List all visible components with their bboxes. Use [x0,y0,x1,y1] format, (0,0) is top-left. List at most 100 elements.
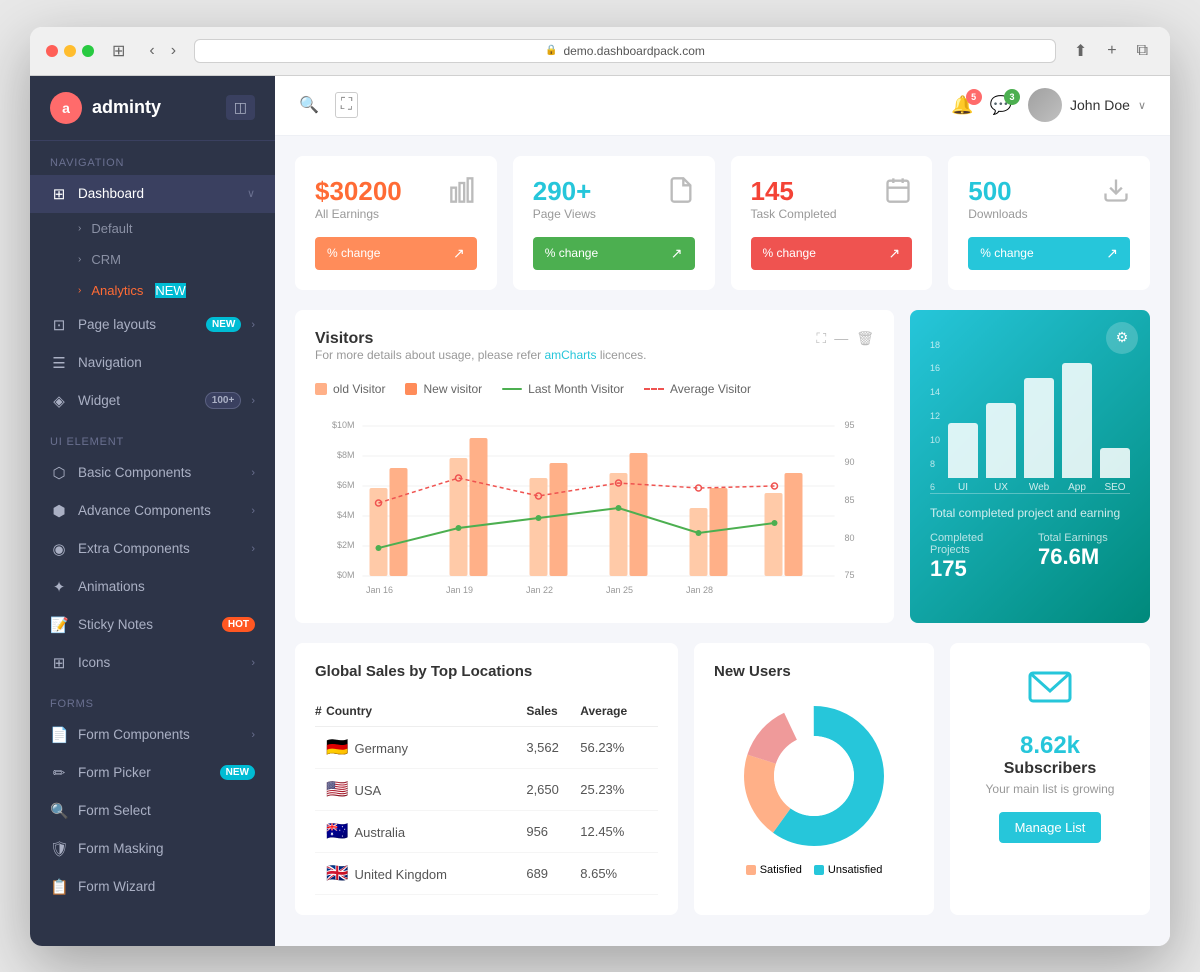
pageviews-change-label: % change [545,246,598,260]
notifications-button[interactable]: 🔔 5 [951,95,973,116]
topbar: 🔍 ⛶ 🔔 5 💬 3 John Doe [275,76,1170,136]
minimize-dot[interactable] [64,45,76,57]
search-button[interactable]: 🔍 [299,95,319,115]
user-avatar [1028,88,1062,122]
forward-btn[interactable]: › [165,40,182,62]
completed-value: 175 [930,556,1022,582]
address-bar[interactable]: 🔒 demo.dashboardpack.com [194,39,1056,63]
sidebar-item-basic-components[interactable]: ⬡ Basic Components › [30,454,275,492]
bar-app: App [1062,363,1092,493]
earnings-value-green: 76.6M [1038,544,1130,570]
svg-text:75: 75 [845,570,855,580]
pageviews-change[interactable]: % change ↗ [533,237,695,270]
sidebar-item-form-wizard[interactable]: 📋 Form Wizard [30,868,275,906]
legend-satisfied: Satisfied [746,864,802,876]
average-legend-dashed [644,388,664,390]
messages-button[interactable]: 💬 3 [990,95,1012,116]
sidebar-item-page-layouts[interactable]: ⊡ Page layouts NEW › [30,306,275,344]
sidebar-toggle[interactable]: ◫ [226,95,255,120]
bar-app-label: App [1068,482,1086,493]
row-avg-3: 12.45% [580,810,658,852]
page-layouts-label: Page layouts [78,317,196,332]
row-num-2 [315,768,326,810]
row-sales-2: 2,650 [526,768,580,810]
form-select-icon: 🔍 [50,802,68,820]
sidebar-item-form-select[interactable]: 🔍 Form Select [30,792,275,830]
form-select-label: Form Select [78,803,255,818]
sales-table-header-row: # Country Sales Average [315,696,658,727]
arrow-up-icon: ↗ [453,245,465,262]
crm-label: CRM [91,252,121,267]
sales-table-body: 🇩🇪Germany 3,562 56.23% 🇺🇸USA [315,726,658,894]
sub-chevron-icon: › [78,254,81,265]
maximize-dot[interactable] [82,45,94,57]
donut-container [714,696,914,856]
duplicate-btn[interactable]: ⧉ [1131,39,1154,63]
share-btn[interactable]: ⬆ [1068,39,1093,63]
sidebar-item-advance-components[interactable]: ⬢ Advance Components › [30,492,275,530]
chevron-right-icon: › [251,729,255,741]
sales-table-head: # Country Sales Average [315,696,658,727]
download-icon [1102,176,1130,211]
subscribers-card: 8.62k Subscribers Your main list is grow… [950,643,1150,915]
stat-card-pageviews: 290+ Page Views % change ↗ [513,156,715,290]
sidebar-toggle-btn[interactable]: ⊞ [106,39,131,63]
legend-new-visitor: New visitor [405,382,482,396]
basic-components-label: Basic Components [78,465,241,480]
amcharts-link[interactable]: amCharts [544,348,596,362]
bar-web: Web [1024,378,1054,493]
green-chart-card: ⚙ 18 16 14 12 10 8 6 [910,310,1150,623]
total-earnings-stat: Total Earnings 76.6M [1038,532,1130,582]
chevron-down-icon: ∨ [247,187,255,200]
close-dot[interactable] [46,45,58,57]
expand-button[interactable]: ⛶ [335,92,358,118]
svg-text:$8M: $8M [337,450,355,460]
visitors-chart-title: Visitors [315,330,647,348]
col-average: Average [580,696,658,727]
sidebar-item-analytics[interactable]: › Analytics NEW [30,275,275,306]
stat-card-downloads: 500 Downloads % change ↗ [948,156,1150,290]
sidebar-item-sticky-notes[interactable]: 📝 Sticky Notes HOT [30,606,275,644]
sidebar-item-default[interactable]: › Default [30,213,275,244]
col-sales: Sales [526,696,580,727]
sidebar-item-animations[interactable]: ✦ Animations [30,568,275,606]
minimize-card-button[interactable]: — [834,330,848,347]
downloads-value: 500 [968,176,1027,207]
charts-row: Visitors For more details about usage, p… [295,310,1150,623]
satisfied-dot [746,865,756,875]
form-picker-icon: ✏ [50,764,68,782]
stat-top-downloads: 500 Downloads [968,176,1130,233]
new-tab-btn[interactable]: + [1101,39,1122,63]
close-card-button[interactable]: 🗑 [856,330,874,347]
col-country: Country [326,696,526,727]
green-y-labels: 18 16 14 12 10 8 6 [930,338,940,493]
email-icon [1026,663,1074,720]
back-btn[interactable]: ‹ [143,40,160,62]
user-menu[interactable]: John Doe ∨ [1028,88,1146,122]
sidebar-item-form-picker[interactable]: ✏ Form Picker NEW [30,754,275,792]
navigation-icon: ☰ [50,354,68,372]
row-avg-1: 56.23% [580,726,658,768]
sidebar-item-icons[interactable]: ⊞ Icons › [30,644,275,682]
y-label-18: 18 [930,340,940,350]
sidebar-item-form-masking[interactable]: 🛡 Form Masking [30,830,275,868]
document-icon [667,176,695,211]
form-wizard-label: Form Wizard [78,879,255,894]
expand-card-button[interactable]: ⛶ [816,330,826,347]
sidebar-item-form-components[interactable]: 📄 Form Components › [30,716,275,754]
sidebar-item-crm[interactable]: › CRM [30,244,275,275]
sidebar-item-widget[interactable]: ◈ Widget 100+ › [30,382,275,420]
svg-text:Jan 16: Jan 16 [366,585,393,595]
svg-text:Jan 22: Jan 22 [526,585,553,595]
manage-list-button[interactable]: Manage List [999,812,1102,843]
table-row: 🇬🇧United Kingdom 689 8.65% [315,852,658,894]
sidebar-item-dashboard[interactable]: ⊞ Dashboard ∨ [30,175,275,213]
earnings-value-wrap: $30200 All Earnings [315,176,402,233]
sidebar-item-extra-components[interactable]: ◉ Extra Components › [30,530,275,568]
earnings-change[interactable]: % change ↗ [315,237,477,270]
tasks-change-label: % change [763,246,816,260]
visitors-title-wrap: Visitors For more details about usage, p… [315,330,647,378]
downloads-change[interactable]: % change ↗ [968,237,1130,270]
sidebar-item-navigation[interactable]: ☰ Navigation [30,344,275,382]
tasks-change[interactable]: % change ↗ [751,237,913,270]
